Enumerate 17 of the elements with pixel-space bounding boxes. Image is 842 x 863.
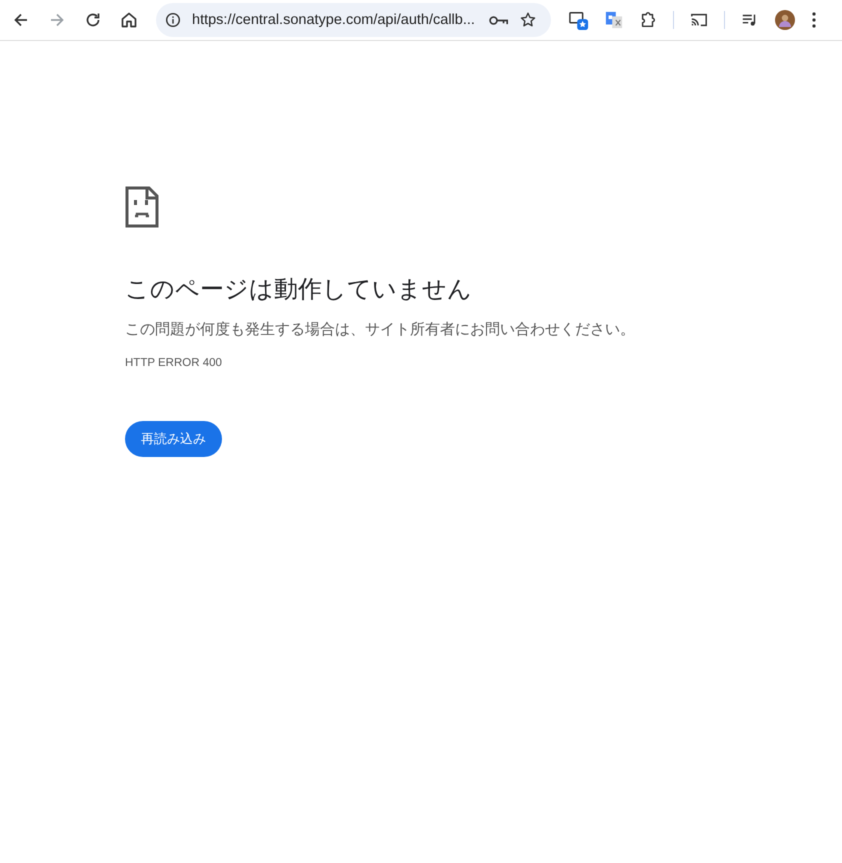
- key-icon[interactable]: [489, 14, 509, 26]
- star-icon[interactable]: [519, 11, 537, 29]
- info-icon[interactable]: [164, 11, 182, 29]
- error-message: この問題が何度も発生する場合は、サイト所有者にお問い合わせください。: [125, 320, 636, 340]
- error-code: HTTP ERROR 400: [125, 357, 223, 369]
- home-icon[interactable]: [119, 10, 139, 30]
- url-text: https://central.sonatype.com/api/auth/callb...: [192, 12, 476, 28]
- reload-button[interactable]: 再読み込み: [125, 421, 222, 457]
- sad-page-icon: [125, 186, 159, 228]
- screen-star-icon[interactable]: [569, 10, 589, 30]
- address-bar[interactable]: https://central.sonatype.com/api/auth/callb...: [156, 3, 551, 37]
- avatar-icon[interactable]: [775, 10, 795, 30]
- error-title: このページは動作していません: [125, 275, 473, 305]
- puzzle-icon[interactable]: [639, 11, 657, 29]
- menu-icon[interactable]: [811, 11, 817, 29]
- cast-icon[interactable]: [690, 11, 708, 29]
- translate-icon[interactable]: [605, 11, 623, 29]
